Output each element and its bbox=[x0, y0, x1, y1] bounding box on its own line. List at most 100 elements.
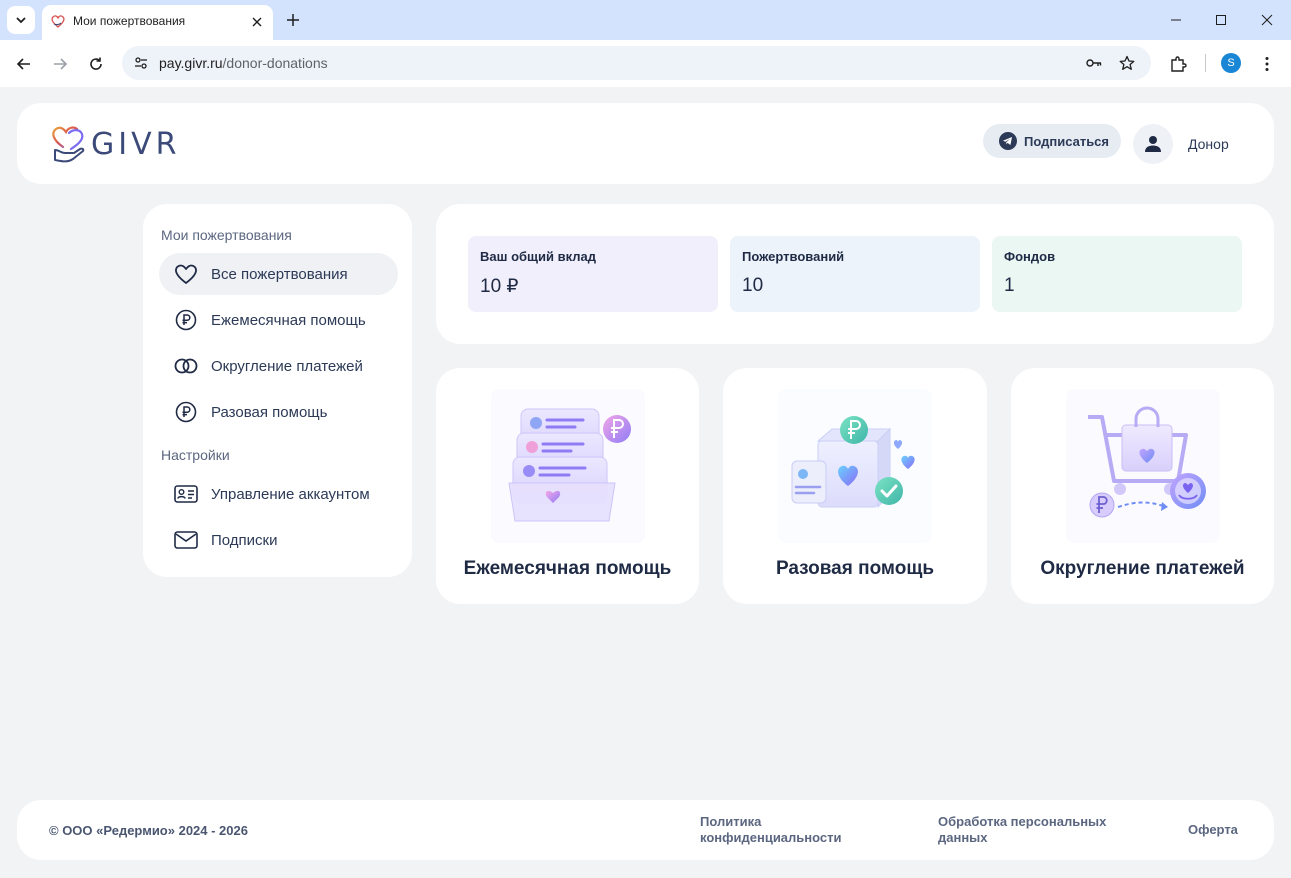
id-card-icon bbox=[174, 482, 198, 506]
sidebar-section-donations: Мои пожертвования bbox=[161, 227, 292, 243]
subscribe-telegram-button[interactable]: Подписаться bbox=[983, 124, 1121, 158]
stat-value: 10 ₽ bbox=[480, 276, 519, 297]
stat-donations-count: Пожертвований 10 bbox=[730, 236, 980, 312]
sidebar-item-label: Ежемесячная помощь bbox=[211, 311, 366, 329]
personal-data-link[interactable]: Обработка персональных данных bbox=[938, 814, 1106, 846]
url-domain: pay.givr.ru bbox=[159, 55, 223, 71]
minimize-icon bbox=[1171, 19, 1181, 21]
heart-hand-logo-icon bbox=[52, 126, 85, 163]
bookmark-button[interactable] bbox=[1117, 53, 1137, 73]
monthly-folders-illustration bbox=[491, 389, 645, 543]
arrow-left-icon bbox=[16, 58, 30, 70]
givr-favicon-icon bbox=[51, 15, 65, 28]
sidebar-item-all-donations[interactable]: Все пожертвования bbox=[159, 253, 398, 295]
telegram-icon bbox=[999, 132, 1017, 150]
tune-icon bbox=[135, 57, 147, 69]
payment-rounding-card[interactable]: Округление платежей bbox=[1011, 368, 1274, 604]
plus-icon bbox=[287, 14, 299, 26]
subscribe-label: Подписаться bbox=[1024, 133, 1110, 149]
donation-box-illustration bbox=[778, 389, 932, 543]
arrow-right-icon bbox=[54, 58, 68, 70]
one-time-help-card[interactable]: Разовая помощь bbox=[723, 368, 987, 604]
stat-title: Пожертвований bbox=[742, 249, 845, 264]
privacy-link-line1: Политика bbox=[700, 814, 762, 829]
sidebar-item-label: Подписки bbox=[211, 531, 278, 549]
browser-tab[interactable]: Мои пожертвования bbox=[42, 5, 273, 40]
browser-chrome: Мои пожертвования pay.givr.ru/donor-dona… bbox=[0, 0, 1291, 87]
sidebar-item-payment-rounding[interactable]: Округление платежей bbox=[159, 345, 398, 387]
heart-icon bbox=[174, 262, 198, 286]
stat-total-contribution: Ваш общий вклад 10 ₽ bbox=[468, 236, 718, 312]
ruble-circle-icon bbox=[174, 308, 198, 332]
copyright: © ООО «Редермио» 2024 - 2026 bbox=[49, 823, 248, 838]
sidebar-item-label: Управление аккаунтом bbox=[211, 485, 370, 503]
tab-search-button[interactable] bbox=[7, 6, 35, 34]
user-icon bbox=[1145, 136, 1161, 152]
browser-toolbar: pay.givr.ru/donor-donations S bbox=[0, 40, 1291, 87]
stat-title: Фондов bbox=[1004, 249, 1056, 264]
browser-menu-button[interactable] bbox=[1255, 52, 1279, 76]
tab-title: Мои пожертвования bbox=[73, 14, 186, 28]
puzzle-icon bbox=[1171, 56, 1187, 72]
donation-stats-card: Ваш общий вклад 10 ₽ Пожертвований 10 Фо… bbox=[436, 204, 1274, 344]
privacy-policy-link[interactable]: Политика конфиденциальности bbox=[700, 814, 842, 846]
sidebar-item-monthly-help[interactable]: Ежемесячная помощь bbox=[159, 299, 398, 341]
reload-icon bbox=[90, 57, 102, 70]
maximize-icon bbox=[1216, 15, 1226, 25]
tab-strip: Мои пожертвования bbox=[0, 0, 1291, 40]
user-avatar[interactable] bbox=[1133, 124, 1173, 164]
stat-value: 10 bbox=[742, 275, 764, 296]
page-content: GIVR Подписаться Донор Мои пожертвования… bbox=[1, 87, 1290, 877]
tab-close-button[interactable] bbox=[247, 12, 267, 32]
more-vertical-icon bbox=[1265, 57, 1269, 71]
profile-avatar-button[interactable]: S bbox=[1221, 53, 1241, 73]
logo-text: GIVR bbox=[91, 127, 181, 162]
sidebar-item-label: Разовая помощь bbox=[211, 403, 328, 421]
address-bar[interactable]: pay.givr.ru/donor-donations bbox=[122, 46, 1151, 80]
maximize-button[interactable] bbox=[1211, 10, 1231, 30]
user-name[interactable]: Донор bbox=[1188, 136, 1229, 152]
chevron-down-icon bbox=[16, 17, 26, 24]
product-title: Округление платежей bbox=[1040, 558, 1245, 579]
sidebar-item-label: Все пожертвования bbox=[211, 265, 348, 283]
product-title: Ежемесячная помощь bbox=[463, 558, 672, 579]
stat-funds-count: Фондов 1 bbox=[992, 236, 1242, 312]
rings-icon bbox=[174, 354, 198, 378]
sidebar-section-settings: Настройки bbox=[161, 447, 230, 463]
site-settings-button[interactable] bbox=[131, 53, 151, 73]
site-footer: © ООО «Редермио» 2024 - 2026 Политика ко… bbox=[17, 800, 1274, 860]
password-key-button[interactable] bbox=[1084, 53, 1104, 73]
personal-link-line2: данных bbox=[938, 830, 988, 845]
stat-title: Ваш общий вклад bbox=[480, 249, 596, 264]
stat-value: 1 bbox=[1004, 275, 1015, 296]
back-button[interactable] bbox=[12, 52, 36, 76]
offer-link[interactable]: Оферта bbox=[1188, 822, 1238, 838]
ruble-circle-icon bbox=[174, 400, 198, 424]
mail-icon bbox=[174, 528, 198, 552]
sidebar: Мои пожертвования Все пожертвования Ежем… bbox=[143, 204, 412, 577]
shopping-cart-illustration bbox=[1066, 389, 1220, 543]
star-icon bbox=[1119, 55, 1135, 70]
toolbar-separator bbox=[1205, 54, 1206, 72]
site-header: GIVR Подписаться Донор bbox=[17, 103, 1274, 184]
sidebar-item-subscriptions[interactable]: Подписки bbox=[159, 519, 398, 561]
privacy-link-line2: конфиденциальности bbox=[700, 830, 842, 845]
url-path: /donor-donations bbox=[222, 55, 328, 71]
minimize-button[interactable] bbox=[1166, 10, 1186, 30]
sidebar-item-account-management[interactable]: Управление аккаунтом bbox=[159, 473, 398, 515]
givr-logo[interactable]: GIVR bbox=[49, 123, 189, 165]
reload-button[interactable] bbox=[84, 52, 108, 76]
monthly-help-card[interactable]: Ежемесячная помощь bbox=[436, 368, 699, 604]
extensions-button[interactable] bbox=[1166, 52, 1190, 76]
url-text: pay.givr.ru/donor-donations bbox=[159, 55, 328, 71]
new-tab-button[interactable] bbox=[282, 9, 304, 31]
forward-button[interactable] bbox=[48, 52, 72, 76]
window-close-button[interactable] bbox=[1257, 10, 1277, 30]
product-title: Разовая помощь bbox=[775, 558, 935, 579]
close-icon bbox=[1261, 14, 1273, 26]
personal-link-line1: Обработка персональных bbox=[938, 814, 1107, 829]
close-icon bbox=[252, 17, 262, 27]
sidebar-item-label: Округление платежей bbox=[211, 357, 363, 375]
key-icon bbox=[1086, 59, 1102, 67]
sidebar-item-one-time-help[interactable]: Разовая помощь bbox=[159, 391, 398, 433]
